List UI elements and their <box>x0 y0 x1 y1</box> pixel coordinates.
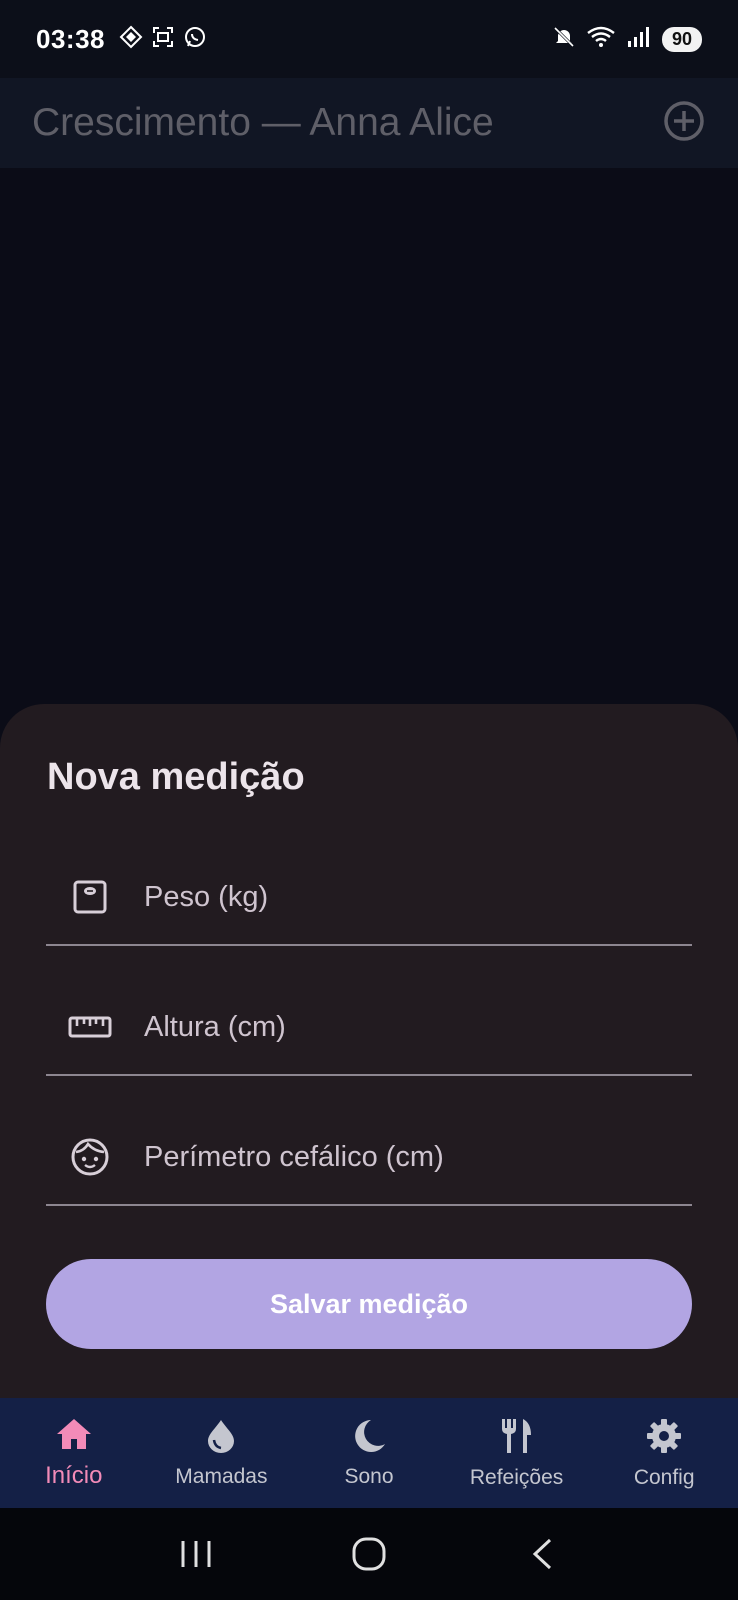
screenshot-icon <box>151 25 175 54</box>
weight-field[interactable] <box>46 850 692 946</box>
weight-input[interactable] <box>144 880 664 914</box>
back-button[interactable] <box>520 1532 564 1576</box>
gear-icon <box>645 1417 683 1460</box>
app-bar: Crescimento — Anna Alice <box>0 78 738 168</box>
recent-apps-button[interactable] <box>174 1532 218 1576</box>
add-circle-icon <box>663 100 705 147</box>
nav-label-mamadas: Mamadas <box>175 1464 268 1488</box>
moon-icon <box>351 1418 387 1459</box>
new-measurement-sheet: Nova medição Salvar medição <box>0 704 738 1398</box>
scale-icon <box>68 875 112 919</box>
nav-label-config: Config <box>633 1465 695 1489</box>
head-circumference-input[interactable] <box>144 1140 664 1174</box>
drop-icon <box>204 1418 238 1459</box>
nav-label-sono: Sono <box>344 1464 394 1488</box>
height-field[interactable] <box>46 980 692 1076</box>
nav-label-refeicoes: Refeições <box>469 1465 564 1489</box>
fork-knife-icon <box>499 1417 535 1460</box>
status-time: 03:38 <box>36 23 105 54</box>
height-input[interactable] <box>144 1010 664 1044</box>
sheet-title: Nova medição <box>47 756 305 798</box>
add-measurement-button[interactable] <box>662 100 706 147</box>
home-icon <box>55 1417 93 1456</box>
nav-item-sono[interactable]: Sono <box>295 1398 443 1508</box>
baby-face-icon <box>68 1135 112 1179</box>
home-button[interactable] <box>347 1532 391 1576</box>
whatsapp-icon <box>183 25 207 54</box>
nav-item-inicio[interactable]: Início <box>0 1398 148 1508</box>
save-measurement-button[interactable]: Salvar medição <box>46 1259 692 1349</box>
mute-icon <box>552 25 576 54</box>
bottom-nav: Início Mamadas Sono Refeições Config <box>0 1398 738 1508</box>
ruler-icon <box>68 1005 112 1049</box>
nav-item-config[interactable]: Config <box>590 1398 738 1508</box>
system-nav-bar <box>0 1508 738 1600</box>
nav-label-inicio: Início <box>45 1461 103 1489</box>
battery-icon: 90 <box>662 26 702 52</box>
signal-icon <box>626 25 652 54</box>
nav-item-mamadas[interactable]: Mamadas <box>148 1398 296 1508</box>
head-circumference-field[interactable] <box>46 1110 692 1206</box>
status-bar: 03:38 90 <box>0 0 738 78</box>
nav-item-refeicoes[interactable]: Refeições <box>443 1398 591 1508</box>
diamond-app-icon <box>119 25 143 54</box>
wifi-icon <box>586 25 616 54</box>
page-title: Crescimento — Anna Alice <box>32 101 494 144</box>
